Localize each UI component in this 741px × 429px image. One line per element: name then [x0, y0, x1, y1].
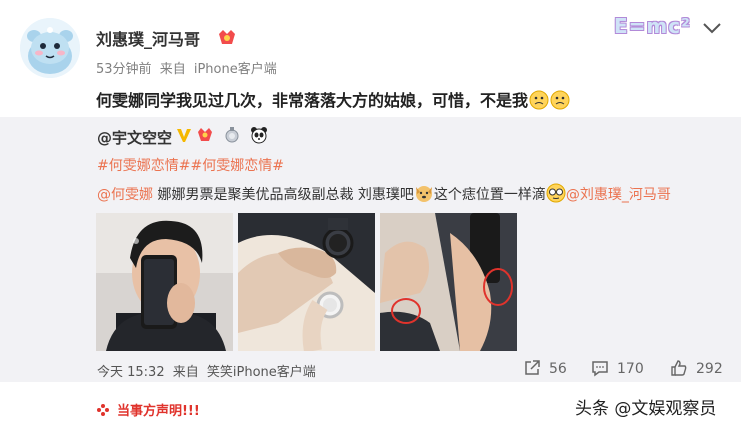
repost-time[interactable]: 今天 15:32	[97, 365, 165, 380]
post-text: 何雯娜同学我见过几次，非常落落大方的姑娘，可惜，不是我	[96, 91, 529, 110]
reposted-content: @宇文空空 #何雯娜恋情##何雯娜恋情# @何雯娜 娜娜男票是聚美优品高级副总裁…	[0, 117, 741, 382]
original-author[interactable]: @宇文空空	[97, 127, 172, 148]
chevron-down-icon[interactable]	[701, 20, 723, 36]
repost-button[interactable]: 56	[523, 359, 567, 379]
verified-v-icon	[176, 127, 192, 143]
thumbs-up-icon	[671, 360, 687, 376]
post-client: iPhone客户端	[193, 62, 277, 77]
flower-icon	[96, 402, 110, 416]
medal-icon	[223, 126, 241, 144]
member-badge-icon[interactable]	[217, 28, 237, 46]
original-post-text: @何雯娜 娜娜男票是聚美优品高级副总裁 刘惠璞吧 这个痣位置一样滴 @刘惠璞_河马哥	[97, 183, 671, 204]
repost-count: 56	[549, 361, 567, 377]
weibo-post: 刘惠璞_河马哥 53分钟前 来自 iPhone客户端 E=mc² 何雯娜同学我见…	[0, 0, 741, 429]
emc-badge: E=mc²	[614, 14, 691, 38]
repost-from-label: 来自	[172, 365, 199, 380]
repost-client: 笑笑iPhone客户端	[206, 365, 316, 380]
comment-button[interactable]: 170	[591, 359, 644, 379]
post-meta: 53分钟前 来自 iPhone客户端	[96, 58, 277, 77]
photo-thumbnail-hands[interactable]	[238, 213, 375, 351]
glasses-emoji-icon	[546, 183, 566, 203]
statement-heading: 当事方声明!!!	[117, 404, 200, 419]
original-text-part1: 娜娜男票是聚美优品高级副总裁 刘惠璞吧	[153, 187, 414, 203]
repost-meta: 今天 15:32 来自 笑笑iPhone客户端	[97, 361, 316, 380]
original-text-part2: 这个痣位置一样滴	[433, 187, 546, 203]
user-avatar[interactable]	[20, 18, 80, 78]
post-author-name[interactable]: 刘惠璞_河马哥	[96, 26, 200, 50]
member-badge-icon	[196, 126, 214, 144]
source-watermark: 头条 @文娱观察员	[575, 399, 717, 419]
post-content: 何雯娜同学我见过几次，非常落落大方的姑娘，可惜，不是我	[96, 87, 570, 111]
sad-face-emoji-icon	[529, 90, 549, 110]
like-button[interactable]: 292	[670, 359, 723, 379]
post-time[interactable]: 53分钟前	[96, 62, 152, 77]
like-count: 292	[696, 361, 723, 377]
from-label: 来自	[159, 62, 186, 77]
author-badges	[196, 126, 272, 146]
panda-icon	[250, 126, 268, 144]
hashtag-links[interactable]: #何雯娜恋情##何雯娜恋情#	[97, 155, 284, 175]
dog-emoji-icon	[414, 183, 434, 203]
photo-thumbnail-collage[interactable]	[380, 213, 517, 351]
comment-count: 170	[617, 361, 644, 377]
photo-thumbnail-selfie[interactable]	[96, 213, 233, 351]
mention-link-author[interactable]: @刘惠璞_河马哥	[566, 187, 671, 203]
comment-icon	[592, 361, 608, 377]
sad-face-emoji-icon	[550, 90, 570, 110]
mention-link[interactable]: @何雯娜	[97, 187, 153, 203]
share-icon	[525, 360, 540, 375]
